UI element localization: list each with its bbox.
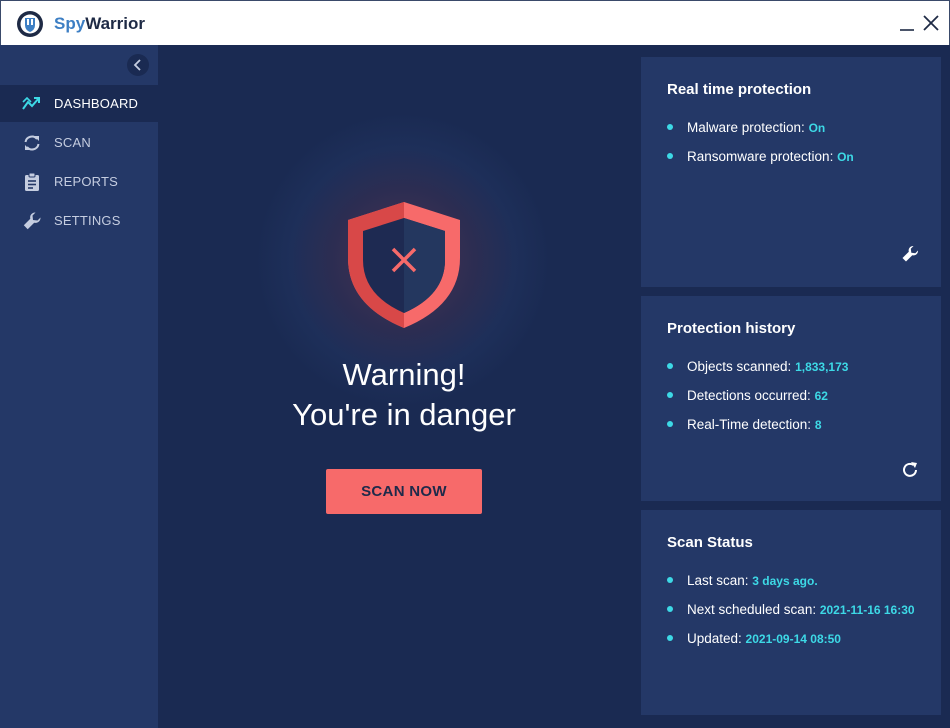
shield-danger-icon [348,202,460,328]
bullet [667,635,673,642]
close-icon[interactable] [919,11,943,35]
realtime-detection-row: Real-Time detection: 8 [667,417,822,432]
protection-history-panel: Protection history Objects scanned: 1,83… [641,296,941,501]
panel-title: Scan Status [667,534,753,551]
minimize-icon[interactable] [895,11,919,35]
bullet [667,363,673,370]
bullet [667,153,673,160]
refresh-icon[interactable] [900,460,920,480]
wrench-icon [23,212,41,230]
sidebar-item-settings[interactable]: SETTINGS [0,202,158,239]
sidebar-item-label: SCAN [54,135,91,150]
sidebar-item-dashboard[interactable]: DASHBOARD [0,85,158,122]
bullet [667,421,673,428]
spywarrior-logo-icon [17,11,43,37]
bullet [667,392,673,399]
scan-now-button[interactable]: SCAN NOW [326,469,482,514]
chart-trend-icon [22,96,40,110]
warning-title: Warning! [342,357,466,392]
sidebar-item-reports[interactable]: REPORTS [0,163,158,200]
sidebar-item-label: SETTINGS [54,213,121,228]
last-scan-row: Last scan: 3 days ago. [667,573,818,588]
clipboard-icon [25,172,39,191]
dashboard-main: Warning! You're in danger SCAN NOW [158,45,640,728]
sidebar-item-label: DASHBOARD [54,96,139,111]
ransomware-protection-row: Ransomware protection: On [667,149,854,164]
sidebar-item-label: REPORTS [54,174,119,189]
bullet [667,124,673,131]
bullet [667,577,673,584]
panel-title: Protection history [667,320,796,337]
app-title: SpyWarrior [54,14,146,33]
warning-subtitle: You're in danger [292,397,516,432]
refresh-icon [24,135,40,151]
chevron-left-icon [133,59,141,71]
panel-title: Real time protection [667,81,812,98]
objects-scanned-row: Objects scanned: 1,833,173 [667,359,848,374]
sidebar: DASHBOARD SCAN REPORTS SETTINGS [0,45,158,728]
next-scheduled-scan-row: Next scheduled scan: 2021-11-16 16:30 [667,602,915,617]
malware-protection-row: Malware protection: On [667,120,825,135]
detections-occurred-row: Detections occurred: 62 [667,388,828,403]
scan-status-panel: Scan Status Last scan: 3 days ago. Next … [641,510,941,715]
collapse-sidebar-button[interactable] [127,54,149,76]
sidebar-item-scan[interactable]: SCAN [0,124,158,161]
updated-row: Updated: 2021-09-14 08:50 [667,631,841,646]
wrench-icon[interactable] [900,244,920,264]
realtime-protection-panel: Real time protection Malware protection:… [641,57,941,287]
title-bar: SpyWarrior [0,0,950,45]
bullet [667,606,673,613]
